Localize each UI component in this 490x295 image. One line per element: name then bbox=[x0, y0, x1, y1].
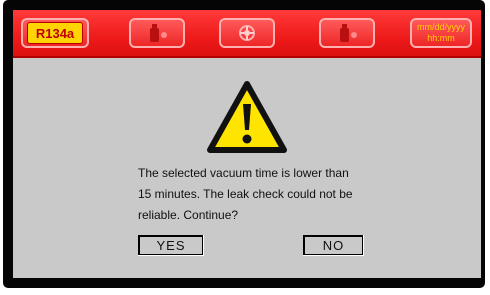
cylinder-icon bbox=[150, 24, 167, 42]
warning-icon bbox=[207, 81, 287, 153]
screen: R134a mm/dd/yyyy hh:mm The selected vacu… bbox=[13, 10, 481, 278]
warning-message: The selected vacuum time is lower than 1… bbox=[138, 163, 408, 226]
header-bar: R134a mm/dd/yyyy hh:mm bbox=[13, 10, 481, 58]
device-frame: R134a mm/dd/yyyy hh:mm The selected vacu… bbox=[3, 0, 485, 288]
message-line: reliable. Continue? bbox=[138, 208, 239, 222]
cylinder-icon bbox=[340, 24, 357, 42]
yes-button[interactable]: YES bbox=[138, 235, 204, 256]
cylinder-button-right[interactable] bbox=[319, 18, 375, 48]
date-format: mm/dd/yyyy bbox=[416, 22, 465, 32]
fan-icon bbox=[239, 25, 255, 41]
no-button[interactable]: NO bbox=[303, 235, 364, 256]
datetime-button[interactable]: mm/dd/yyyy hh:mm bbox=[410, 18, 472, 48]
refrigerant-button[interactable]: R134a bbox=[21, 18, 89, 48]
cylinder-button-left[interactable] bbox=[129, 18, 185, 48]
time-format: hh:mm bbox=[427, 33, 455, 43]
message-line: 15 minutes. The leak check could not be bbox=[138, 187, 353, 201]
fan-button[interactable] bbox=[219, 18, 275, 48]
message-line: The selected vacuum time is lower than bbox=[138, 166, 349, 180]
refrigerant-label: R134a bbox=[27, 22, 83, 44]
